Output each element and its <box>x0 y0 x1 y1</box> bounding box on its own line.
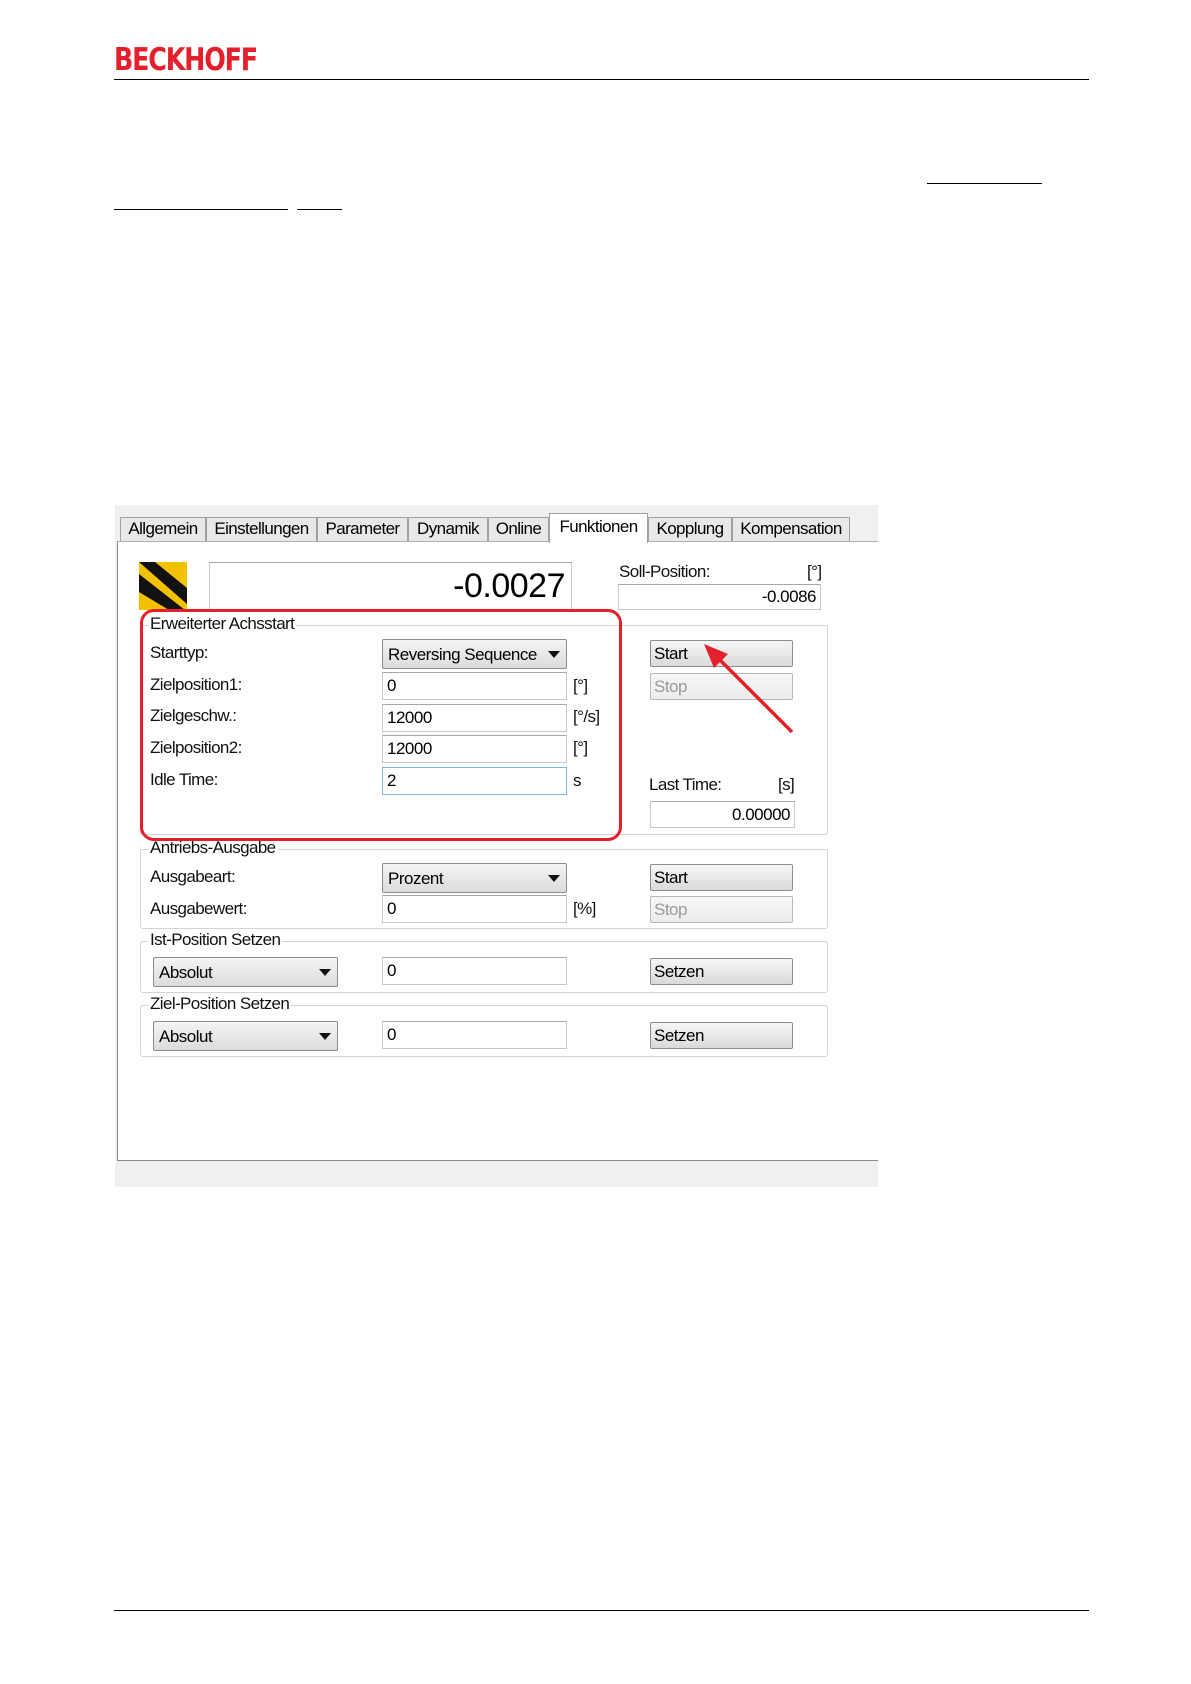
ausgabewert-unit: [%] <box>573 899 596 918</box>
chevron-down-icon <box>548 875 560 882</box>
ist-position-setzen-button[interactable]: Setzen <box>650 958 793 985</box>
tab-dynamik[interactable]: Dynamik <box>408 517 488 541</box>
red-arrow-icon <box>704 644 794 734</box>
tab-allgemein[interactable]: Allgemein <box>120 517 206 541</box>
beckhoff-logo: BECKHOFF <box>114 42 258 78</box>
group-title-antriebs-ausgabe: Antriebs-Ausgabe <box>148 838 278 858</box>
tab-kopplung[interactable]: Kopplung <box>648 517 732 541</box>
tab-online[interactable]: Online <box>488 517 549 541</box>
ausgabe-stop-button[interactable]: Stop <box>650 896 793 923</box>
actual-position-display: -0.0027 <box>209 562 572 610</box>
link-underline <box>927 183 1042 184</box>
footer-rule <box>114 1610 1089 1611</box>
ausgabe-start-button[interactable]: Start <box>650 864 793 891</box>
soll-position-label: Soll-Position: <box>619 562 710 581</box>
ausgabeart-select[interactable]: Prozent <box>382 863 567 893</box>
soll-position-unit: [°] <box>807 562 822 581</box>
tab-parameter[interactable]: Parameter <box>317 517 408 541</box>
ausgabewert-label: Ausgabewert: <box>150 899 247 918</box>
ausgabeart-label: Ausgabeart: <box>150 867 236 886</box>
axis-status-icon <box>139 562 187 610</box>
link-underline <box>114 209 288 210</box>
last-time-unit: [s] <box>778 775 795 794</box>
soll-position-value: -0.0086 <box>618 584 821 610</box>
last-time-label: Last Time: <box>649 775 722 794</box>
brand-name: BECKHOFF <box>114 42 258 78</box>
ist-position-mode-select[interactable]: Absolut <box>153 957 338 987</box>
highlight-box <box>140 609 622 841</box>
ist-position-input[interactable]: 0 <box>382 957 567 985</box>
ziel-position-input[interactable]: 0 <box>382 1021 567 1049</box>
tab-funktionen[interactable]: Funktionen <box>549 513 648 543</box>
ausgabewert-input[interactable]: 0 <box>382 895 567 923</box>
group-title-ist-position-setzen: Ist-Position Setzen <box>148 930 283 950</box>
chevron-down-icon <box>319 969 331 976</box>
group-title-ziel-position-setzen: Ziel-Position Setzen <box>148 994 292 1014</box>
ziel-position-setzen-button[interactable]: Setzen <box>650 1022 793 1049</box>
header-rule <box>114 79 1089 80</box>
link-underline <box>297 209 342 210</box>
tab-kompensation[interactable]: Kompensation <box>732 517 850 541</box>
tab-panel: -0.0027 Soll-Position: [°] -0.0086 Erwei… <box>117 541 878 1161</box>
ziel-position-mode-select[interactable]: Absolut <box>153 1021 338 1051</box>
axis-functions-dialog: Allgemein Einstellungen Parameter Dynami… <box>115 505 878 1187</box>
tab-einstellungen[interactable]: Einstellungen <box>206 517 317 541</box>
last-time-value: 0.00000 <box>650 801 795 828</box>
chevron-down-icon <box>319 1033 331 1040</box>
